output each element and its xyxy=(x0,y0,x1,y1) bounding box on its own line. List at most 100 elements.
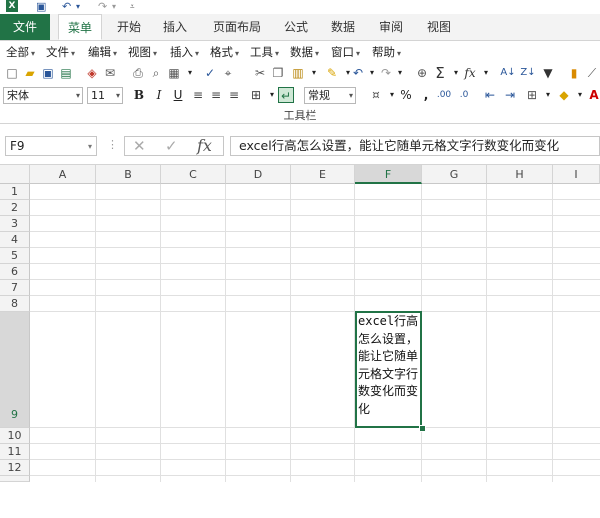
tab-review[interactable]: 审阅 xyxy=(370,14,412,40)
save-icon[interactable]: ▣ xyxy=(40,65,56,81)
row-header-5[interactable]: 5 xyxy=(0,248,30,264)
sort-ascending-icon[interactable]: A↓ xyxy=(500,65,516,81)
tab-page-layout[interactable]: 页面布局 xyxy=(206,14,268,40)
chevron-down-icon[interactable]: ▾ xyxy=(540,87,556,103)
menu-tools[interactable]: 工具 ▾ xyxy=(250,41,279,63)
chevron-down-icon[interactable]: ▾ xyxy=(306,65,322,81)
fill-color-icon[interactable]: ◆ xyxy=(556,87,572,103)
enter-icon[interactable]: ✓ xyxy=(165,137,178,155)
column-header-f[interactable]: F xyxy=(355,165,422,184)
fill-handle[interactable] xyxy=(419,425,426,432)
paste-icon[interactable]: ▥ xyxy=(290,65,306,81)
tab-file[interactable]: 文件 xyxy=(0,14,50,40)
align-left-icon[interactable]: ≡ xyxy=(190,87,206,103)
row-header-7[interactable]: 7 xyxy=(0,280,30,296)
filter-icon[interactable]: ▼ xyxy=(540,65,556,81)
row-header-6[interactable]: 6 xyxy=(0,264,30,280)
column-header-g[interactable]: G xyxy=(422,165,487,184)
decrease-decimal-icon[interactable]: .0 xyxy=(456,87,472,103)
redo-dropdown-icon[interactable]: ▾ xyxy=(112,0,116,13)
tab-view[interactable]: 视图 xyxy=(418,14,460,40)
menu-help[interactable]: 帮助 ▾ xyxy=(372,41,401,63)
column-header-b[interactable]: B xyxy=(96,165,161,184)
column-header-h[interactable]: H xyxy=(487,165,553,184)
tab-data[interactable]: 数据 xyxy=(322,14,364,40)
menu-all[interactable]: 全部 ▾ xyxy=(6,41,35,63)
tab-menu[interactable]: 菜单 xyxy=(58,14,102,40)
row-header-10[interactable]: 10 xyxy=(0,428,30,444)
insert-function-icon[interactable]: fx xyxy=(197,137,212,155)
currency-icon[interactable]: ¤ xyxy=(368,87,384,103)
column-header-c[interactable]: C xyxy=(161,165,226,184)
increase-decimal-icon[interactable]: .00 xyxy=(436,87,452,103)
chevron-down-icon[interactable]: ▾ xyxy=(182,65,198,81)
hyperlink-icon[interactable]: ⊕ xyxy=(414,65,430,81)
wrap-text-icon[interactable]: ↵ xyxy=(278,87,294,103)
page-setup-icon[interactable]: ▦ xyxy=(166,65,182,81)
active-cell-f9[interactable]: excel行高怎么设置，能让它随单元格文字行数变化而变化 xyxy=(355,311,422,428)
row-header-4[interactable]: 4 xyxy=(0,232,30,248)
permission-icon[interactable]: ◈ xyxy=(84,65,100,81)
chevron-down-icon[interactable]: ▾ xyxy=(478,65,494,81)
underline-button[interactable]: U xyxy=(170,87,186,103)
name-box[interactable]: F9 ▾ xyxy=(5,136,97,156)
undo-dropdown-icon[interactable]: ▾ xyxy=(76,0,80,13)
column-header-a[interactable]: A xyxy=(30,165,96,184)
chevron-down-icon[interactable]: ▾ xyxy=(392,65,408,81)
save-icon[interactable]: ▣ xyxy=(36,0,46,13)
menu-file[interactable]: 文件 ▾ xyxy=(46,41,75,63)
copy-icon[interactable]: ❐ xyxy=(270,65,286,81)
cancel-icon[interactable]: ✕ xyxy=(133,137,146,155)
save-as-icon[interactable]: ▤ xyxy=(58,65,74,81)
menu-edit[interactable]: 编辑 ▾ xyxy=(88,41,117,63)
tab-home[interactable]: 开始 xyxy=(108,14,150,40)
print-preview-icon[interactable]: ⌕ xyxy=(148,65,164,81)
merge-center-icon[interactable]: ⊞ xyxy=(248,87,264,103)
tab-formulas[interactable]: 公式 xyxy=(276,14,316,40)
menu-window[interactable]: 窗口 ▾ xyxy=(331,41,360,63)
row-header-9[interactable]: 9 xyxy=(0,312,30,428)
row-header-13[interactable] xyxy=(0,476,30,482)
customize-icon[interactable]: ⩡ xyxy=(130,0,135,13)
menu-insert[interactable]: 插入 ▾ xyxy=(170,41,199,63)
row-header-11[interactable]: 11 xyxy=(0,444,30,460)
align-center-icon[interactable]: ≡ xyxy=(208,87,224,103)
font-size-select[interactable]: 11 ▾ xyxy=(87,87,123,104)
undo-icon[interactable]: ↶ xyxy=(62,0,71,13)
menu-format[interactable]: 格式 ▾ xyxy=(210,41,239,63)
menu-data[interactable]: 数据 ▾ xyxy=(290,41,319,63)
select-all-corner[interactable] xyxy=(0,165,30,184)
sort-descending-icon[interactable]: Z↓ xyxy=(520,65,536,81)
open-folder-icon[interactable]: ▰ xyxy=(22,65,38,81)
row-header-8[interactable]: 8 xyxy=(0,296,30,312)
tab-insert[interactable]: 插入 xyxy=(154,14,196,40)
bold-button[interactable]: B xyxy=(131,87,147,103)
format-painter-icon[interactable]: ✎ xyxy=(324,65,340,81)
spelling-icon[interactable]: ✓ xyxy=(202,65,218,81)
row-header-3[interactable]: 3 xyxy=(0,216,30,232)
font-color-icon[interactable]: A xyxy=(586,87,600,103)
number-format-select[interactable]: 常规 ▾ xyxy=(304,87,356,104)
column-header-d[interactable]: D xyxy=(226,165,291,184)
column-header-e[interactable]: E xyxy=(291,165,355,184)
email-icon[interactable]: ✉ xyxy=(102,65,118,81)
cut-icon[interactable]: ✂ xyxy=(252,65,268,81)
insert-function-icon[interactable]: fx xyxy=(462,65,478,81)
row-header-12[interactable]: 12 xyxy=(0,460,30,476)
row-header-2[interactable]: 2 xyxy=(0,200,30,216)
menu-view[interactable]: 视图 ▾ xyxy=(128,41,157,63)
drawing-icon[interactable]: ⟋ xyxy=(584,65,600,81)
worksheet-grid[interactable]: A B C D E F G H I 1 2 3 4 5 6 7 8 9 10 1… xyxy=(0,165,600,482)
font-name-select[interactable]: 宋体 ▾ xyxy=(3,87,83,104)
chart-icon[interactable]: ▮ xyxy=(566,65,582,81)
decrease-indent-icon[interactable]: ⇤ xyxy=(482,87,498,103)
column-header-i[interactable]: I xyxy=(553,165,600,184)
align-right-icon[interactable]: ≡ xyxy=(226,87,242,103)
borders-icon[interactable]: ⊞ xyxy=(524,87,540,103)
row-header-1[interactable]: 1 xyxy=(0,184,30,200)
new-file-icon[interactable]: □ xyxy=(4,65,20,81)
percent-button[interactable]: % xyxy=(398,87,414,103)
print-icon[interactable]: ⎙ xyxy=(130,65,146,81)
autosum-icon[interactable]: Σ xyxy=(432,65,448,81)
increase-indent-icon[interactable]: ⇥ xyxy=(502,87,518,103)
